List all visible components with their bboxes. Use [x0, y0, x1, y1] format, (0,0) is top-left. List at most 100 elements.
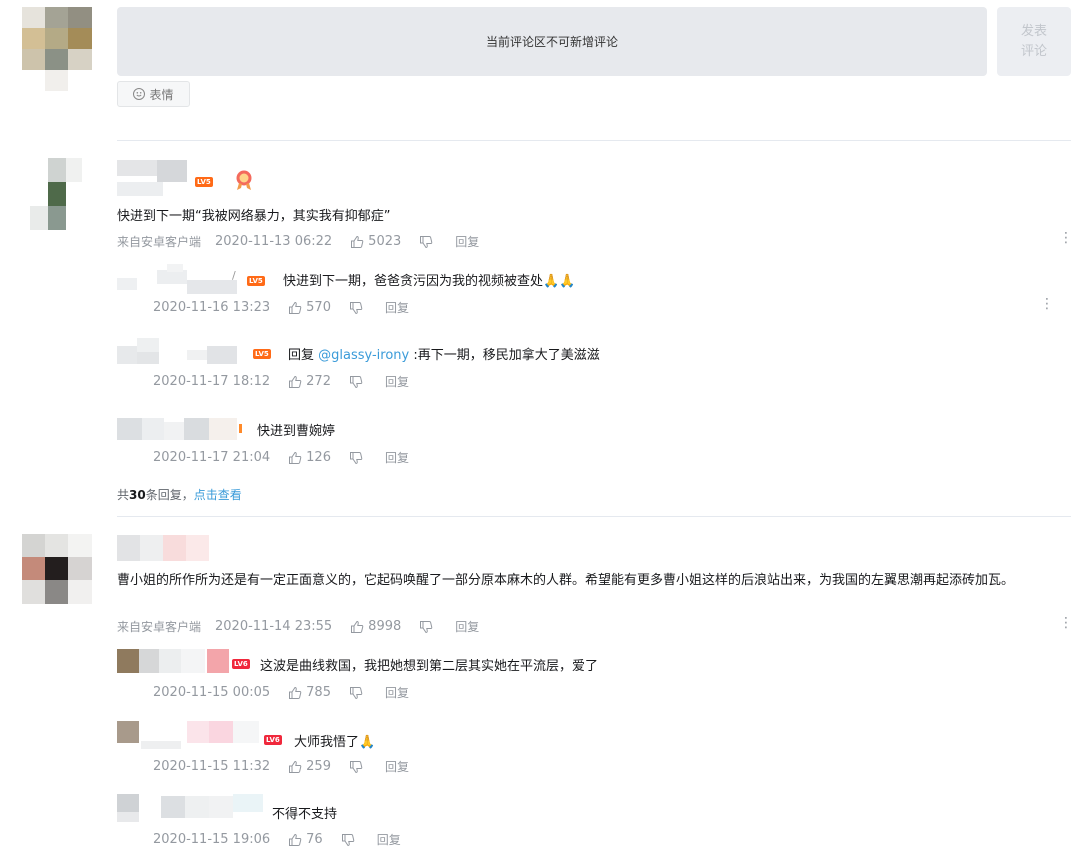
- reply-text: 快进到曹婉婷: [257, 424, 336, 439]
- reply-time: 2020-11-17 21:04: [153, 450, 271, 465]
- thumbs-down-icon: [420, 235, 433, 248]
- prayer-emoji: 🙏🙏: [543, 274, 576, 289]
- thumbs-down-icon: [349, 686, 363, 699]
- dislike-button[interactable]: [349, 375, 363, 389]
- dislike-button[interactable]: [419, 235, 433, 249]
- reply-text: 快进到下一期，爸爸贪污因为我的视频被查处🙏🙏: [283, 270, 575, 289]
- divider: [117, 516, 1071, 517]
- reply-text-body: 快进到下一期，爸爸贪污因为我的视频被查处: [283, 274, 544, 289]
- reply-text: 大师我悟了🙏: [294, 731, 375, 750]
- reply-meta: 2020-11-17 18:12 272 回复: [153, 373, 409, 390]
- view-all-replies-link[interactable]: 点击查看: [194, 488, 242, 502]
- reply-meta: 2020-11-16 13:23 570 回复: [153, 299, 409, 316]
- like-count: 76: [306, 832, 323, 847]
- reply-button[interactable]: 回复: [385, 758, 409, 775]
- medal-badge-icon: [234, 169, 254, 191]
- reply-text-body: :再下一期，移民加拿大了美滋滋: [409, 348, 600, 363]
- like-count: 272: [306, 374, 331, 389]
- username-fragment: /: [232, 269, 236, 282]
- smiley-icon: [133, 88, 146, 100]
- dislike-button[interactable]: [349, 760, 363, 774]
- more-vertical-icon[interactable]: ⋮: [1059, 616, 1073, 630]
- dislike-button[interactable]: [349, 301, 363, 315]
- thumbs-up-icon: [289, 760, 302, 773]
- comment-text: 曹小姐的所作所为还是有一定正面意义的，它起码唤醒了一部分原本麻木的人群。希望能有…: [117, 573, 1015, 588]
- my-avatar: [22, 7, 92, 91]
- level-badge: LV5: [253, 349, 271, 359]
- like-count: 5023: [368, 234, 402, 249]
- thumbs-down-icon: [349, 375, 363, 388]
- reply-avatar-username[interactable]: [117, 649, 232, 675]
- comment-disabled-box: 当前评论区不可新增评论: [117, 7, 987, 76]
- level-badge: LV5: [195, 177, 213, 187]
- like-count: 8998: [368, 619, 402, 634]
- thumbs-down-icon: [420, 620, 433, 633]
- replies-footer: 共30条回复，点击查看: [117, 486, 242, 503]
- reply-count: 30: [129, 488, 146, 502]
- reply-text: 不得不支持: [272, 807, 338, 822]
- reply-text: 这波是曲线救国，我把她想到第二层其实她在平流层，爱了: [260, 659, 599, 674]
- reply-text-body: 大师我悟了: [294, 735, 360, 750]
- comment-text: 快进到下一期“我被网络暴力，其实我有抑郁症”: [117, 209, 391, 224]
- thumbs-up-icon: [351, 620, 364, 633]
- thumbs-down-icon: [349, 451, 363, 464]
- level-badge-fragment: [239, 424, 242, 433]
- reply-avatar-username[interactable]: [117, 264, 242, 294]
- thumbs-up-icon: [351, 235, 364, 248]
- reply-avatar-username[interactable]: [117, 414, 240, 444]
- level-badge: LV6: [264, 735, 282, 745]
- avatar[interactable]: [22, 534, 92, 604]
- reply-button[interactable]: 回复: [377, 831, 401, 848]
- more-vertical-icon[interactable]: ⋮: [1059, 231, 1073, 245]
- like-button[interactable]: 126: [288, 450, 331, 465]
- like-count: 570: [306, 300, 331, 315]
- reply-button[interactable]: 回复: [455, 618, 479, 635]
- like-button[interactable]: 5023: [350, 234, 401, 249]
- comment-time: 2020-11-13 06:22: [215, 234, 333, 249]
- like-button[interactable]: 785: [288, 685, 331, 700]
- reply-avatar-username[interactable]: [117, 794, 265, 824]
- reply-button[interactable]: 回复: [455, 233, 479, 250]
- dislike-button[interactable]: [341, 833, 355, 847]
- dislike-button[interactable]: [349, 686, 363, 700]
- like-button[interactable]: 8998: [350, 619, 401, 634]
- send-button-label-line1: 发表: [1020, 23, 1047, 39]
- thumbs-up-icon: [289, 375, 302, 388]
- comment-disabled-notice: 当前评论区不可新增评论: [485, 35, 618, 49]
- thumbs-up-icon: [289, 301, 302, 314]
- like-button[interactable]: 259: [288, 759, 331, 774]
- mention-link[interactable]: @glassy-irony: [318, 348, 409, 363]
- reply-time: 2020-11-15 19:06: [153, 832, 271, 847]
- comment-meta: 来自安卓客户端 2020-11-13 06:22 5023 回复: [117, 233, 479, 250]
- comment-source: 来自安卓客户端: [117, 620, 202, 634]
- reply-avatar-username[interactable]: [117, 721, 262, 749]
- reply-avatar-username[interactable]: [117, 334, 245, 368]
- level-badge: LV6: [232, 659, 250, 669]
- username[interactable]: [117, 535, 209, 561]
- reply-button[interactable]: 回复: [385, 299, 409, 316]
- reply-button[interactable]: 回复: [385, 373, 409, 390]
- like-button[interactable]: 76: [288, 832, 323, 847]
- like-button[interactable]: 570: [288, 300, 331, 315]
- dislike-button[interactable]: [349, 451, 363, 465]
- emoji-button[interactable]: 表情: [117, 81, 190, 107]
- reply-time: 2020-11-17 18:12: [153, 374, 271, 389]
- like-count: 126: [306, 450, 331, 465]
- thumbs-down-icon: [349, 301, 363, 314]
- thumbs-up-icon: [289, 833, 302, 846]
- reply-meta: 2020-11-15 19:06 76 回复: [153, 831, 401, 848]
- footer-prefix: 共: [117, 488, 130, 502]
- avatar[interactable]: [30, 158, 82, 230]
- comment-time: 2020-11-14 23:55: [215, 619, 333, 634]
- reply-button[interactable]: 回复: [385, 449, 409, 466]
- dislike-button[interactable]: [419, 620, 433, 634]
- more-vertical-icon[interactable]: ⋮: [1040, 297, 1054, 311]
- reply-button[interactable]: 回复: [385, 684, 409, 701]
- thumbs-down-icon: [341, 833, 354, 846]
- username[interactable]: [117, 160, 187, 196]
- comment-meta: 来自安卓客户端 2020-11-14 23:55 8998 回复: [117, 618, 479, 635]
- footer-suffix: 条回复，: [145, 488, 194, 502]
- send-comment-button[interactable]: 发表 评论: [997, 7, 1071, 76]
- like-count: 259: [306, 759, 331, 774]
- like-button[interactable]: 272: [288, 374, 331, 389]
